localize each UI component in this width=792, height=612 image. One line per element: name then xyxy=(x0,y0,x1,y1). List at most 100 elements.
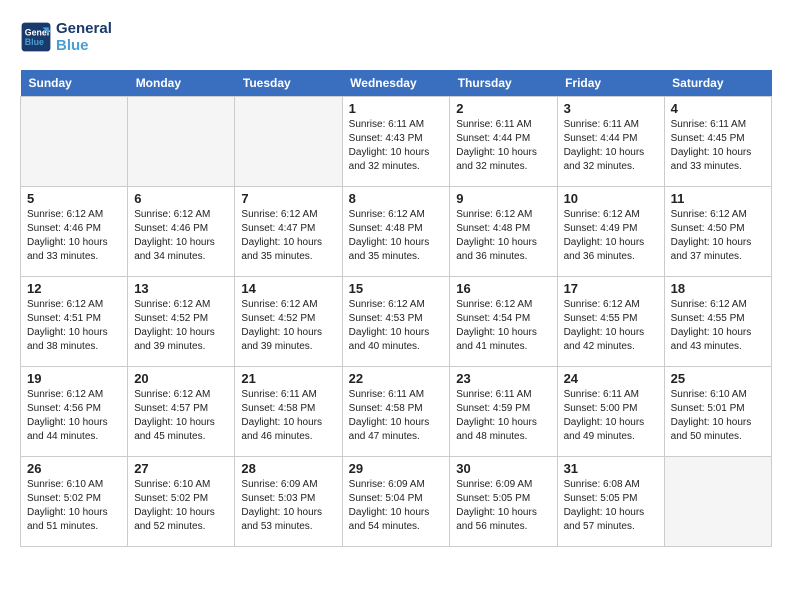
day-info: Sunrise: 6:12 AM Sunset: 4:46 PM Dayligh… xyxy=(134,208,228,264)
day-info: Sunrise: 6:12 AM Sunset: 4:52 PM Dayligh… xyxy=(241,298,335,354)
day-number: 1 xyxy=(349,101,444,116)
day-number: 20 xyxy=(134,371,228,386)
calendar-day-cell xyxy=(21,97,128,187)
day-number: 21 xyxy=(241,371,335,386)
calendar-day-cell: 14Sunrise: 6:12 AM Sunset: 4:52 PM Dayli… xyxy=(235,277,342,367)
calendar-day-cell xyxy=(235,97,342,187)
weekday-header: Monday xyxy=(128,70,235,97)
calendar-day-cell: 16 Sunrise: 6:12 AM Sunset: 4:54 PM Dayli… xyxy=(450,277,557,367)
calendar-day-cell: 20 Sunrise: 6:12 AM Sunset: 4:57 PM Dayli… xyxy=(128,367,235,457)
calendar-day-cell: 4Sunrise: 6:11 AM Sunset: 4:45 PM Daylig… xyxy=(664,97,771,187)
weekday-header: Tuesday xyxy=(235,70,342,97)
day-number: 27 xyxy=(134,461,228,476)
day-info: Sunrise: 6:11 AM Sunset: 4:43 PM Dayligh… xyxy=(349,118,444,174)
calendar-day-cell: 30 Sunrise: 6:09 AM Sunset: 5:05 PM Dayli… xyxy=(450,457,557,547)
day-info: Sunrise: 6:11 AM Sunset: 5:00 PM Dayligh… xyxy=(564,388,658,444)
calendar-day-cell: 28 Sunrise: 6:09 AM Sunset: 5:03 PM Dayli… xyxy=(235,457,342,547)
calendar-week-row: 12Sunrise: 6:12 AM Sunset: 4:51 PM Dayli… xyxy=(21,277,772,367)
calendar-day-cell: 9 Sunrise: 6:12 AM Sunset: 4:48 PM Daylig… xyxy=(450,187,557,277)
calendar-day-cell: 3 Sunrise: 6:11 AM Sunset: 4:44 PM Daylig… xyxy=(557,97,664,187)
weekday-header-row: SundayMondayTuesdayWednesdayThursdayFrid… xyxy=(21,70,772,97)
day-info: Sunrise: 6:12 AM Sunset: 4:57 PM Dayligh… xyxy=(134,388,228,444)
weekday-header: Saturday xyxy=(664,70,771,97)
day-number: 30 xyxy=(456,461,550,476)
calendar-table: SundayMondayTuesdayWednesdayThursdayFrid… xyxy=(20,70,772,547)
day-number: 24 xyxy=(564,371,658,386)
calendar-day-cell: 5 Sunrise: 6:12 AM Sunset: 4:46 PM Daylig… xyxy=(21,187,128,277)
day-info: Sunrise: 6:11 AM Sunset: 4:59 PM Dayligh… xyxy=(456,388,550,444)
calendar-day-cell: 27 Sunrise: 6:10 AM Sunset: 5:02 PM Dayli… xyxy=(128,457,235,547)
weekday-header: Thursday xyxy=(450,70,557,97)
day-info: Sunrise: 6:10 AM Sunset: 5:01 PM Dayligh… xyxy=(671,388,765,444)
calendar-day-cell: 23Sunrise: 6:11 AM Sunset: 4:59 PM Dayli… xyxy=(450,367,557,457)
calendar-day-cell: 21 Sunrise: 6:11 AM Sunset: 4:58 PM Dayli… xyxy=(235,367,342,457)
day-info: Sunrise: 6:12 AM Sunset: 4:52 PM Dayligh… xyxy=(134,298,228,354)
logo-text: General Blue xyxy=(56,20,112,54)
calendar-day-cell: 31Sunrise: 6:08 AM Sunset: 5:05 PM Dayli… xyxy=(557,457,664,547)
day-number: 13 xyxy=(134,281,228,296)
calendar-day-cell: 15 Sunrise: 6:12 AM Sunset: 4:53 PM Dayli… xyxy=(342,277,450,367)
page-header: General Blue General Blue xyxy=(20,20,772,54)
calendar-day-cell: 8Sunrise: 6:12 AM Sunset: 4:48 PM Daylig… xyxy=(342,187,450,277)
calendar-day-cell: 18 Sunrise: 6:12 AM Sunset: 4:55 PM Dayli… xyxy=(664,277,771,367)
calendar-week-row: 26 Sunrise: 6:10 AM Sunset: 5:02 PM Dayli… xyxy=(21,457,772,547)
calendar-day-cell xyxy=(664,457,771,547)
day-number: 17 xyxy=(564,281,658,296)
day-number: 18 xyxy=(671,281,765,296)
day-info: Sunrise: 6:12 AM Sunset: 4:46 PM Dayligh… xyxy=(27,208,121,264)
calendar-week-row: 1 Sunrise: 6:11 AM Sunset: 4:43 PM Daylig… xyxy=(21,97,772,187)
calendar-day-cell: 24 Sunrise: 6:11 AM Sunset: 5:00 PM Dayli… xyxy=(557,367,664,457)
day-number: 3 xyxy=(564,101,658,116)
calendar-day-cell: 6 Sunrise: 6:12 AM Sunset: 4:46 PM Daylig… xyxy=(128,187,235,277)
day-number: 2 xyxy=(456,101,550,116)
calendar-day-cell: 26 Sunrise: 6:10 AM Sunset: 5:02 PM Dayli… xyxy=(21,457,128,547)
day-info: Sunrise: 6:11 AM Sunset: 4:45 PM Dayligh… xyxy=(671,118,765,174)
logo: General Blue General Blue xyxy=(20,20,112,54)
day-info: Sunrise: 6:12 AM Sunset: 4:54 PM Dayligh… xyxy=(456,298,550,354)
day-number: 28 xyxy=(241,461,335,476)
calendar-day-cell: 17 Sunrise: 6:12 AM Sunset: 4:55 PM Dayli… xyxy=(557,277,664,367)
day-info: Sunrise: 6:11 AM Sunset: 4:58 PM Dayligh… xyxy=(241,388,335,444)
calendar-week-row: 5 Sunrise: 6:12 AM Sunset: 4:46 PM Daylig… xyxy=(21,187,772,277)
day-number: 15 xyxy=(349,281,444,296)
day-info: Sunrise: 6:12 AM Sunset: 4:55 PM Dayligh… xyxy=(671,298,765,354)
day-info: Sunrise: 6:12 AM Sunset: 4:53 PM Dayligh… xyxy=(349,298,444,354)
calendar-day-cell xyxy=(128,97,235,187)
day-number: 29 xyxy=(349,461,444,476)
day-number: 9 xyxy=(456,191,550,206)
svg-text:Blue: Blue xyxy=(25,37,44,47)
calendar-day-cell: 11Sunrise: 6:12 AM Sunset: 4:50 PM Dayli… xyxy=(664,187,771,277)
day-info: Sunrise: 6:10 AM Sunset: 5:02 PM Dayligh… xyxy=(134,478,228,534)
day-info: Sunrise: 6:12 AM Sunset: 4:51 PM Dayligh… xyxy=(27,298,121,354)
day-number: 16 xyxy=(456,281,550,296)
day-info: Sunrise: 6:11 AM Sunset: 4:58 PM Dayligh… xyxy=(349,388,444,444)
day-info: Sunrise: 6:12 AM Sunset: 4:47 PM Dayligh… xyxy=(241,208,335,264)
day-info: Sunrise: 6:12 AM Sunset: 4:48 PM Dayligh… xyxy=(456,208,550,264)
day-info: Sunrise: 6:12 AM Sunset: 4:49 PM Dayligh… xyxy=(564,208,658,264)
calendar-day-cell: 22Sunrise: 6:11 AM Sunset: 4:58 PM Dayli… xyxy=(342,367,450,457)
day-info: Sunrise: 6:12 AM Sunset: 4:56 PM Dayligh… xyxy=(27,388,121,444)
day-info: Sunrise: 6:12 AM Sunset: 4:55 PM Dayligh… xyxy=(564,298,658,354)
weekday-header: Friday xyxy=(557,70,664,97)
calendar-day-cell: 2Sunrise: 6:11 AM Sunset: 4:44 PM Daylig… xyxy=(450,97,557,187)
day-info: Sunrise: 6:12 AM Sunset: 4:50 PM Dayligh… xyxy=(671,208,765,264)
weekday-header: Sunday xyxy=(21,70,128,97)
day-info: Sunrise: 6:09 AM Sunset: 5:05 PM Dayligh… xyxy=(456,478,550,534)
calendar-day-cell: 7Sunrise: 6:12 AM Sunset: 4:47 PM Daylig… xyxy=(235,187,342,277)
day-info: Sunrise: 6:10 AM Sunset: 5:02 PM Dayligh… xyxy=(27,478,121,534)
day-info: Sunrise: 6:12 AM Sunset: 4:48 PM Dayligh… xyxy=(349,208,444,264)
calendar-day-cell: 1 Sunrise: 6:11 AM Sunset: 4:43 PM Daylig… xyxy=(342,97,450,187)
day-number: 6 xyxy=(134,191,228,206)
calendar-day-cell: 13 Sunrise: 6:12 AM Sunset: 4:52 PM Dayli… xyxy=(128,277,235,367)
day-number: 5 xyxy=(27,191,121,206)
day-info: Sunrise: 6:09 AM Sunset: 5:03 PM Dayligh… xyxy=(241,478,335,534)
day-number: 19 xyxy=(27,371,121,386)
weekday-header: Wednesday xyxy=(342,70,450,97)
logo-icon: General Blue xyxy=(20,21,52,53)
day-number: 26 xyxy=(27,461,121,476)
day-info: Sunrise: 6:11 AM Sunset: 4:44 PM Dayligh… xyxy=(564,118,658,174)
day-info: Sunrise: 6:09 AM Sunset: 5:04 PM Dayligh… xyxy=(349,478,444,534)
calendar-day-cell: 12Sunrise: 6:12 AM Sunset: 4:51 PM Dayli… xyxy=(21,277,128,367)
calendar-day-cell: 25Sunrise: 6:10 AM Sunset: 5:01 PM Dayli… xyxy=(664,367,771,457)
day-number: 10 xyxy=(564,191,658,206)
